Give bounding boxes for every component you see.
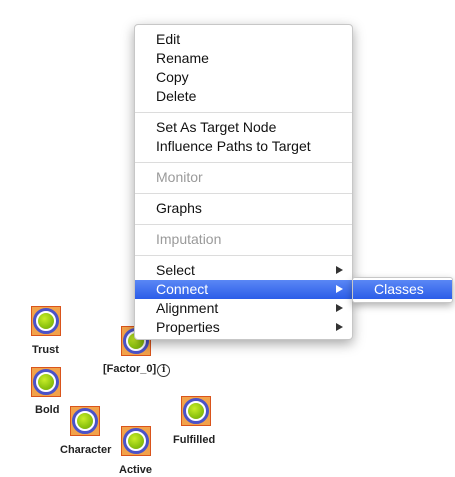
info-icon[interactable]: i (157, 364, 171, 377)
menu-item-select-label: Select (156, 262, 195, 278)
node-label-active: Active (119, 464, 153, 476)
node-core (77, 413, 93, 429)
node-core (38, 313, 54, 329)
submenu-arrow-icon (336, 304, 343, 312)
menu-item-influence-paths[interactable]: Influence Paths to Target (135, 137, 352, 156)
submenu-arrow-icon (336, 285, 343, 293)
node-core (128, 433, 144, 449)
menu-separator (135, 112, 352, 113)
menu-item-alignment[interactable]: Alignment (135, 299, 352, 318)
node-core (38, 374, 54, 390)
context-menu: Edit Rename Copy Delete Set As Target No… (134, 24, 353, 340)
menu-item-edit[interactable]: Edit (135, 30, 352, 49)
node-trust[interactable] (31, 306, 61, 336)
node-label-character: Character (60, 444, 112, 456)
menu-item-connect[interactable]: Connect (135, 280, 352, 299)
node-character[interactable] (70, 406, 100, 436)
node-label-trust: Trust (32, 344, 59, 356)
submenu-arrow-icon (336, 266, 343, 274)
menu-item-select[interactable]: Select (135, 261, 352, 280)
menu-item-imputation: Imputation (156, 231, 222, 247)
menu-item-graphs[interactable]: Graphs (135, 199, 352, 218)
menu-item-connect-label: Connect (156, 281, 209, 297)
node-label-factor0: [Factor_0] i (103, 363, 171, 377)
menu-separator (135, 255, 352, 256)
menu-separator (135, 224, 352, 225)
node-fulfilled[interactable] (181, 396, 211, 426)
menu-item-copy[interactable]: Copy (135, 68, 352, 87)
menu-item-set-target-node[interactable]: Set As Target Node (135, 118, 352, 137)
menu-item-delete[interactable]: Delete (135, 87, 352, 106)
node-core (188, 403, 204, 419)
node-active[interactable] (121, 426, 151, 456)
node-label-bold: Bold (35, 404, 60, 416)
menu-item-alignment-label: Alignment (156, 300, 219, 316)
node-label-fulfilled: Fulfilled (173, 434, 216, 446)
menu-separator (135, 162, 352, 163)
menu-item-properties-label: Properties (156, 319, 220, 335)
menu-separator (135, 193, 352, 194)
connect-submenu: Classes (352, 277, 453, 303)
factor0-label-text: [Factor_0] (103, 363, 157, 375)
node-bold[interactable] (31, 367, 61, 397)
menu-item-monitor: Monitor (156, 169, 203, 185)
submenu-arrow-icon (336, 323, 343, 331)
submenu-item-classes[interactable]: Classes (353, 280, 452, 299)
menu-item-properties[interactable]: Properties (135, 318, 352, 337)
graph-canvas[interactable]: Trust [Factor_0] i Bold Character Fulfill… (0, 0, 455, 477)
menu-item-rename[interactable]: Rename (135, 49, 352, 68)
